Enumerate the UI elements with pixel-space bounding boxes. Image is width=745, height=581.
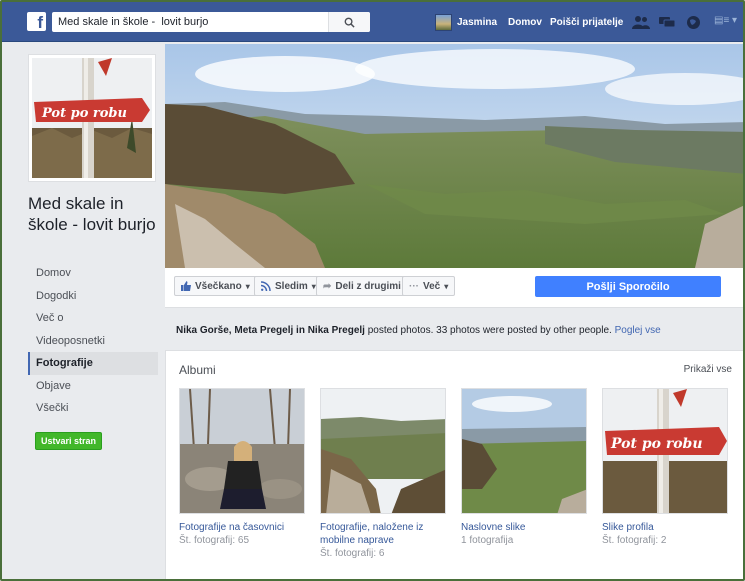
friend-requests-icon[interactable] (632, 13, 650, 31)
album-name[interactable]: Fotografije, naložene iz mobilne naprave (320, 521, 446, 547)
albums-title: Albumi (179, 363, 216, 377)
album-thumbnail[interactable] (320, 388, 446, 514)
chevron-down-icon: ▾ (245, 281, 250, 291)
album-card[interactable]: Naslovne slike 1 fotografija (461, 388, 587, 547)
page-action-bar: Všečkano ▾ Sledim ▾ ➦ Deli z drugimi ···… (165, 268, 743, 308)
facebook-logo-icon[interactable]: f (27, 12, 46, 31)
album-thumbnail[interactable] (461, 388, 587, 514)
sidebar-item-posts[interactable]: Objave (28, 375, 158, 398)
cover-photo[interactable] (165, 44, 743, 268)
more-dots-icon: ··· (409, 280, 419, 292)
search-input[interactable] (52, 16, 332, 28)
see-all-link[interactable]: Poglej vse (615, 325, 661, 336)
find-friends-link[interactable]: Poišči prijatelje (550, 17, 623, 28)
search-button[interactable] (328, 12, 370, 32)
share-button[interactable]: ➦ Deli z drugimi (316, 276, 408, 296)
posters-names[interactable]: Nika Gorše, Meta Pregelj in Nika Pregelj (176, 325, 365, 336)
posted-text: posted photos. 33 photos were posted by … (364, 325, 615, 336)
avatar (435, 14, 452, 31)
show-all-link[interactable]: Prikaži vse (684, 364, 732, 375)
share-label: Deli z drugimi (335, 280, 401, 292)
album-photo-count: Št. fotografij: 65 (179, 535, 250, 546)
album-name[interactable]: Slike profila (602, 521, 728, 534)
page-title[interactable]: Med skale in škole - lovit burjo (28, 193, 158, 235)
album-name[interactable]: Naslovne slike (461, 521, 587, 534)
more-label: Več (423, 280, 441, 292)
album-card[interactable]: Fotografije, naložene iz mobilne naprave… (320, 388, 446, 560)
album-photo-count: Št. fotografij: 2 (602, 535, 667, 546)
notification-icons (632, 13, 702, 31)
photo-posters-text: Nika Gorše, Meta Pregelj in Nika Pregelj… (176, 325, 661, 336)
messages-icon[interactable] (658, 13, 676, 31)
profile-link[interactable]: Jasmina (435, 14, 497, 31)
more-button[interactable]: ··· Več ▾ (402, 276, 456, 296)
globe-notifications-icon[interactable] (684, 13, 702, 31)
follow-label: Sledim (275, 280, 308, 292)
rss-icon (261, 281, 271, 291)
user-name: Jasmina (457, 17, 498, 28)
top-navigation-bar: f Jasmina Domov Poišči prijatelje (2, 2, 743, 42)
profile-image: Pot po robu (32, 58, 152, 178)
album-card[interactable]: Fotografije na časovnici Št. fotografij:… (179, 388, 305, 547)
sidebar-item-events[interactable]: Dogodki (28, 285, 158, 308)
liked-button[interactable]: Všečkano ▾ (174, 276, 257, 296)
account-settings-icon[interactable]: ▤≡ ▾ (714, 15, 737, 26)
album-sign-text: Pot po robu (610, 436, 703, 452)
sidebar-item-videos[interactable]: Videoposnetki (28, 330, 158, 353)
send-message-button[interactable]: Pošlji Sporočilo (535, 276, 721, 297)
home-link[interactable]: Domov (508, 17, 542, 28)
sidebar-nav: Domov Dogodki Več o Videoposnetki Fotogr… (28, 262, 158, 420)
sidebar-item-about[interactable]: Več o (28, 307, 158, 330)
cover-image (165, 44, 743, 268)
albums-panel: Albumi Prikaži vse Fotografije na časovn… (165, 350, 743, 579)
album-thumbnail[interactable] (179, 388, 305, 514)
album-photo-count: 1 fotografija (461, 535, 514, 546)
thumbs-up-icon (181, 281, 191, 291)
profile-picture[interactable]: Pot po robu (28, 54, 156, 182)
album-thumbnail-image (180, 389, 304, 513)
search-icon (344, 17, 355, 28)
album-thumbnail-image: Pot po robu (603, 389, 727, 513)
share-arrow-icon: ➦ (323, 280, 332, 292)
album-photo-count: Št. fotografij: 6 (320, 548, 385, 559)
sidebar-item-photos[interactable]: Fotografije (28, 352, 158, 375)
chevron-down-icon: ▾ (444, 281, 449, 291)
profile-sign-text: Pot po robu (41, 106, 127, 121)
liked-label: Všečkano (195, 280, 242, 292)
album-card[interactable]: Pot po robu Slike profila Št. fotografij… (602, 388, 728, 547)
create-page-button[interactable]: Ustvari stran (35, 432, 103, 450)
album-thumbnail-image (462, 389, 586, 513)
sidebar-item-likes[interactable]: Všečki (28, 397, 158, 420)
browser-frame: f Jasmina Domov Poišči prijatelje (0, 0, 745, 581)
album-thumbnail[interactable]: Pot po robu (602, 388, 728, 514)
sidebar-item-home[interactable]: Domov (28, 262, 158, 285)
search-box[interactable] (52, 12, 370, 32)
follow-button[interactable]: Sledim ▾ (254, 276, 323, 296)
album-thumbnail-image (321, 389, 445, 513)
album-name[interactable]: Fotografije na časovnici (179, 521, 305, 534)
